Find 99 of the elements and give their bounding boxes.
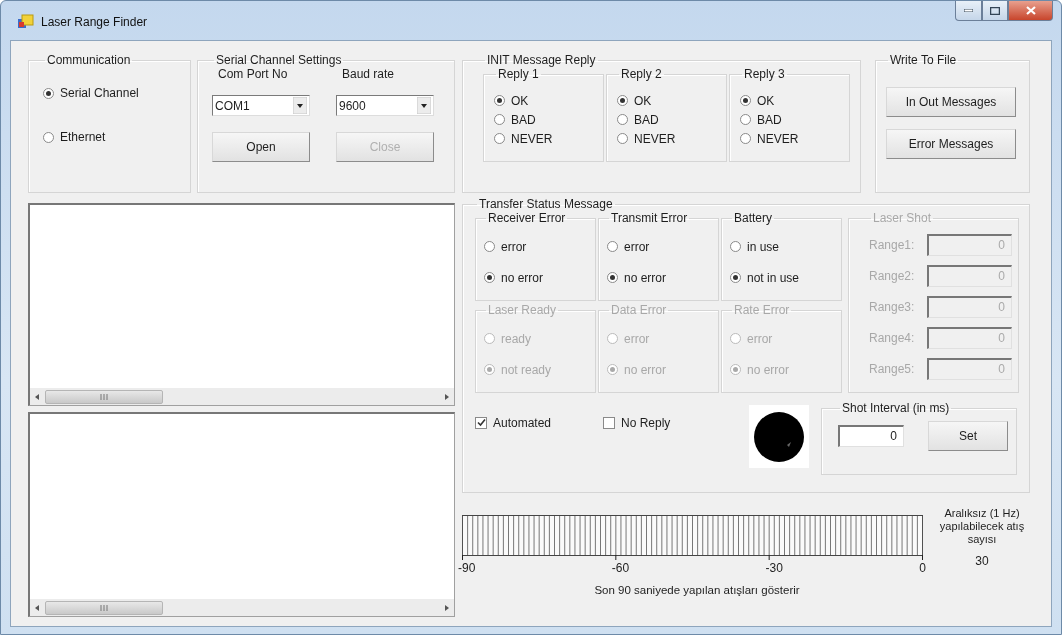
close-icon [1025,6,1036,15]
message-list[interactable] [28,412,455,617]
radio-option[interactable]: BAD [617,110,718,129]
group-title: INIT Message Reply [486,53,597,67]
radio-option[interactable]: Ethernet [43,125,176,149]
window-title: Laser Range Finder [41,15,148,29]
radio-button[interactable] [730,241,741,252]
scrollbar-thumb[interactable] [45,389,163,404]
count-label: Aralıksız (1 Hz) yapılabilecek atış sayısı [938,507,1026,546]
group-title: Receiver Error [487,211,567,225]
interval-field[interactable]: 0 [838,425,904,447]
radio-option[interactable]: NEVER [617,129,718,148]
group-title: Reply 3 [743,67,786,81]
checkbox[interactable]: No Reply [603,413,731,432]
button[interactable]: Open [212,132,310,162]
radio-option[interactable]: BAD [740,110,841,129]
checkbox-box[interactable] [475,416,487,429]
app-icon [17,14,35,30]
group-title: Reply 1 [497,67,540,81]
field-label: Baud rate [342,67,396,81]
radio-button[interactable] [607,272,618,283]
radio-option[interactable]: no error [607,262,710,293]
combo-box[interactable]: 9600 [336,95,434,116]
group-title: Write To File [889,53,958,67]
group-title: Reply 2 [620,67,663,81]
radio-button[interactable] [494,133,505,144]
field-label: Range1: [869,237,916,252]
minimize-icon [964,9,973,12]
grip-icon [100,604,108,611]
scroll-left-icon[interactable] [33,603,41,612]
group-title: Battery [733,211,773,225]
radio-option[interactable]: OK [740,91,841,110]
button[interactable]: Set [928,421,1008,451]
group-title: Shot Interval (in ms) [841,401,951,415]
radio-button[interactable] [484,241,495,252]
checkbox-box[interactable] [603,416,615,429]
caret-icon [293,97,307,114]
group-title: Data Error [610,303,668,317]
button[interactable]: Error Messages [886,129,1016,159]
radio-button[interactable] [617,114,628,125]
check-icon [476,418,486,427]
checkbox[interactable]: Automated [475,413,603,432]
axis-tick-label: -30 [765,561,783,575]
radio-button[interactable] [740,133,751,144]
horizontal-scrollbar[interactable] [30,599,454,616]
message-list[interactable] [28,203,455,406]
group-title: Laser Ready [487,303,558,317]
radio-option[interactable]: in use [730,231,833,262]
maximize-icon [990,6,1000,15]
close-button[interactable] [1008,1,1053,21]
radio-option[interactable]: NEVER [740,129,841,148]
radio-option[interactable]: error [607,231,710,262]
field-label: Com Port No [218,67,289,81]
group-title: Transmit Error [610,211,689,225]
scrollbar-thumb[interactable] [45,600,163,615]
radio-option[interactable]: NEVER [494,129,595,148]
group-title: Rate Error [733,303,791,317]
radio-button[interactable] [494,114,505,125]
axis-tick-label: -60 [611,561,630,575]
group-title: Serial Channel Settings [215,53,343,67]
radio-option[interactable]: Serial Channel [43,81,176,105]
radio-button[interactable] [484,272,495,283]
radio-button[interactable] [43,131,54,143]
count-value: 30 [975,554,989,568]
axis-tick-label: 0 [919,561,926,575]
scroll-right-icon[interactable] [443,392,451,401]
scroll-left-icon[interactable] [33,392,41,401]
radio-button[interactable] [617,95,628,106]
field-label: Range3: [869,299,916,314]
radio-option[interactable]: BAD [494,110,595,129]
field-label: Range4: [869,330,916,345]
radio-option[interactable]: OK [617,91,718,110]
combo-box[interactable]: COM1 [212,95,310,116]
radio-option[interactable]: not in use [730,262,833,293]
field-label: Range5: [869,361,916,376]
radio-button[interactable] [43,87,54,99]
radio-button[interactable] [617,133,628,144]
radio-button[interactable] [730,272,741,283]
button[interactable]: In Out Messages [886,87,1016,117]
grip-icon [100,393,108,400]
scroll-right-icon[interactable] [443,603,451,612]
minimize-button[interactable] [955,1,982,21]
maximize-button[interactable] [982,1,1008,21]
radio-option[interactable]: error [484,231,587,262]
caret-icon [417,97,431,114]
group-title: Laser Shot [872,211,933,225]
group-title: Transfer Status Message [478,197,614,211]
radio-button[interactable] [740,114,751,125]
radio-option[interactable]: OK [494,91,595,110]
group-title: Communication [46,53,132,67]
field-label: Range2: [869,268,916,283]
radio-button[interactable] [607,241,618,252]
axis-tick-label: -90 [458,561,476,575]
radio-option[interactable]: no error [484,262,587,293]
status-indicator-icon [753,410,805,463]
horizontal-scrollbar[interactable] [30,388,454,405]
chart-caption: Son 90 saniyede yapılan atışları gösterir [593,584,801,596]
radio-button[interactable] [740,95,751,106]
radio-button[interactable] [494,95,505,106]
